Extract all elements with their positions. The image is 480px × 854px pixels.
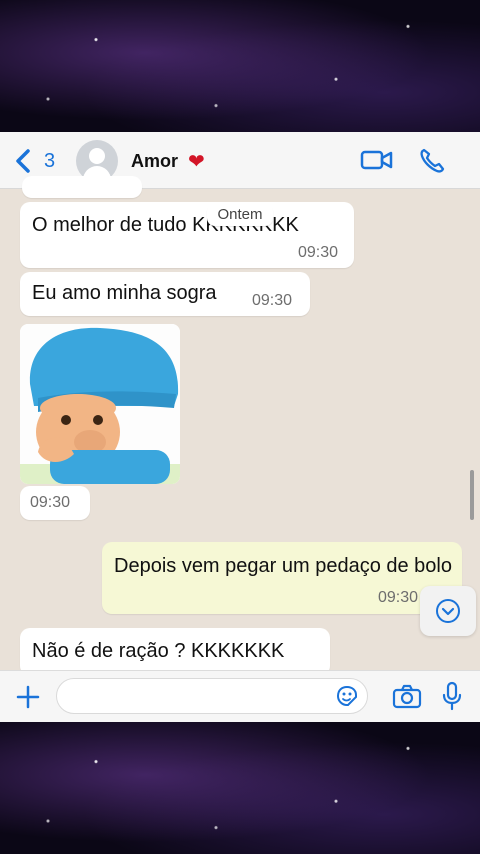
phone-call-icon[interactable] xyxy=(418,147,446,175)
heart-icon: ❤ xyxy=(188,151,205,173)
message-time-bubble[interactable]: 09:30 xyxy=(20,486,90,520)
message-bubble-partial xyxy=(22,176,142,198)
plus-icon[interactable] xyxy=(14,683,42,711)
camera-icon[interactable] xyxy=(392,684,422,710)
message-text: Eu amo minha sogra xyxy=(32,282,217,304)
date-separator: Ontem xyxy=(207,204,273,226)
message-text: Não é de ração ? KKKKKKK xyxy=(32,640,285,662)
composer-bar xyxy=(0,670,480,722)
sticker-icon[interactable] xyxy=(334,683,360,709)
message-time: 09:30 xyxy=(378,589,419,606)
scroll-to-bottom-button[interactable] xyxy=(420,586,476,636)
microphone-icon[interactable] xyxy=(442,681,462,711)
chat-window: 3 Amor ❤ O melhor de tudo KKKKKKKK 09:30… xyxy=(0,132,480,722)
contact-name[interactable]: Amor xyxy=(131,151,178,172)
message-bubble-incoming[interactable]: Não é de ração ? KKKKKKK xyxy=(20,628,330,676)
background-bottom xyxy=(0,722,480,854)
scrollbar-thumb[interactable] xyxy=(470,470,474,520)
message-time: 09:30 xyxy=(30,494,71,511)
message-text: Depois vem pegar um pedaço de bolo xyxy=(114,555,452,577)
sticker-image[interactable] xyxy=(20,324,180,484)
message-bubble-incoming[interactable]: O melhor de tudo KKKKKKKK 09:30 xyxy=(20,202,354,268)
video-call-icon[interactable] xyxy=(360,148,394,172)
message-bubble-outgoing[interactable]: Depois vem pegar um pedaço de bolo 09:30 xyxy=(102,542,462,614)
message-bubble-incoming[interactable]: Eu amo minha sogra 09:30 xyxy=(20,272,310,316)
pocoyo-sticker xyxy=(20,324,180,484)
message-input[interactable] xyxy=(56,678,368,714)
background-top xyxy=(0,0,480,132)
chevron-down-icon xyxy=(436,599,460,623)
unread-count[interactable]: 3 xyxy=(44,150,55,173)
message-time: 09:30 xyxy=(252,292,293,309)
chevron-left-icon[interactable] xyxy=(14,148,32,174)
message-list[interactable]: O melhor de tudo KKKKKKKK 09:30 Ontem Eu… xyxy=(0,176,480,676)
message-time: 09:30 xyxy=(298,244,339,261)
